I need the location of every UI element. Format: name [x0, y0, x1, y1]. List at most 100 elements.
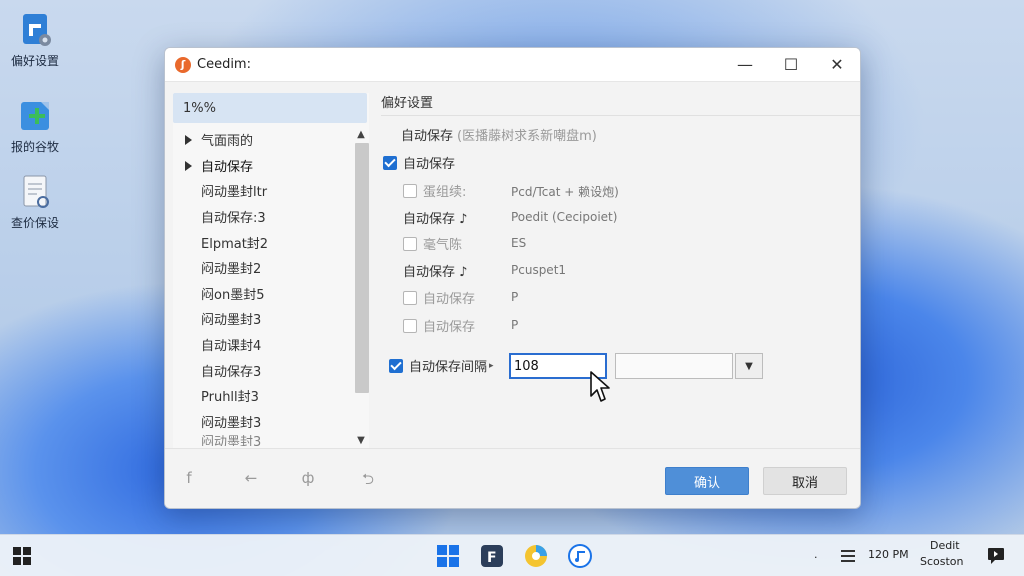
settings-panel: 偏好设置 自动保存 (医播藤树求系新嘲盘m) 自动保存 蛋组续: Pcd/Tca…: [381, 93, 860, 455]
option-row[interactable]: 自动保存: [403, 288, 475, 307]
sidebar-item[interactable]: 自动课封4: [173, 332, 351, 358]
desktop-icon-install[interactable]: 报的谷牧: [4, 96, 66, 154]
scroll-down-icon[interactable]: ▼: [353, 433, 369, 447]
install-app-icon: [15, 96, 55, 136]
checkbox-unchecked[interactable]: [403, 183, 417, 198]
app-f-icon[interactable]: F: [478, 542, 506, 570]
sidebar-item[interactable]: 闷动墨封3: [173, 306, 351, 332]
desktop-icon-settings[interactable]: 偏好设置: [4, 10, 66, 68]
option-label: 自动保存 ♪: [403, 265, 468, 280]
sidebar-item-label: 自动保存3: [201, 364, 262, 380]
option-row: 自动保存 ♪: [403, 208, 467, 227]
sidebar-item-label: Pruhll封3: [201, 390, 259, 406]
option-value: P: [511, 290, 519, 304]
autosave-section-heading: 自动保存 (医播藤树求系新嘲盘m): [401, 125, 597, 144]
desktop-icon-label: 偏好设置: [10, 54, 59, 68]
sidebar-item[interactable]: 气面雨的: [173, 127, 351, 153]
checkbox-unchecked[interactable]: [403, 318, 417, 333]
checkbox-unchecked[interactable]: [403, 290, 417, 305]
sidebar-item-label: 闷on墨封5: [201, 287, 265, 303]
chevron-down-icon[interactable]: ▼: [735, 353, 763, 379]
sidebar-item[interactable]: Pruhll封3: [173, 383, 351, 409]
svg-text:F: F: [487, 550, 497, 566]
clock-time[interactable]: 120 PM: [868, 548, 909, 561]
sidebar-item-label: 自动保存: [201, 159, 254, 175]
panel-divider: [381, 115, 860, 116]
sidebar-item-label: 闷动墨封3: [201, 415, 262, 431]
scroll-up-icon[interactable]: ▲: [353, 127, 369, 141]
checkbox-checked[interactable]: [389, 358, 403, 373]
category-sidebar: 1%% 气面雨的 自动保存 闷动墨封ltr 自动保存:3 Elpmat封2 闷动…: [173, 93, 369, 455]
dialog-footer: f ← ф ⮌ 确认 取消: [165, 448, 860, 508]
option-value: ES: [511, 236, 527, 250]
tray-menu-icon[interactable]: [834, 542, 862, 570]
sidebar-item-label: 闷动墨封ltr: [201, 185, 268, 201]
ok-button[interactable]: 确认: [665, 467, 749, 495]
autosave-main-checkbox[interactable]: 自动保存: [383, 153, 455, 172]
option-row[interactable]: 自动保存: [403, 316, 475, 335]
sidebar-item-label: 自动课封4: [201, 339, 262, 355]
taskbar-app-label-bottom: Scoston: [920, 555, 964, 568]
option-row[interactable]: 毫气陈: [403, 234, 462, 253]
section-heading-label: 自动保存: [401, 129, 454, 144]
desktop-icon-label: 查价保设: [10, 216, 59, 230]
interval-marker: ▸: [489, 360, 494, 371]
option-label: 自动保存: [423, 320, 476, 335]
expand-arrow-icon[interactable]: [185, 160, 192, 171]
close-button[interactable]: ✕: [814, 48, 860, 82]
maximize-button[interactable]: ☐: [768, 48, 814, 82]
desktop-icon-document[interactable]: 查价保设: [4, 172, 66, 230]
sidebar-item[interactable]: 闷on墨封5: [173, 281, 351, 307]
option-row: 自动保存 ♪: [403, 261, 467, 280]
sidebar-item-label: 自动保存:3: [201, 211, 266, 227]
sidebar-item[interactable]: 自动保存:3: [173, 204, 351, 230]
sidebar-item-label: 闷动墨封2: [201, 262, 262, 278]
function-icon[interactable]: f: [179, 469, 199, 487]
scroll-thumb[interactable]: [355, 143, 369, 393]
sidebar-item[interactable]: 自动保存3: [173, 357, 351, 383]
preferences-window: ʃ Ceedim: — ☐ ✕ 1%% 气面雨的 自动保存 闷动墨封ltr 自动…: [164, 47, 861, 509]
option-value: Pcuspet1: [511, 263, 567, 277]
app-logo-icon: ʃ: [175, 56, 191, 73]
dialog-body: 1%% 气面雨的 自动保存 闷动墨封ltr 自动保存:3 Elpmat封2 闷动…: [165, 83, 860, 508]
undo-icon[interactable]: ⮌: [358, 469, 378, 494]
option-value: Poedit (Cecipoiet): [511, 210, 618, 224]
settings-app-icon: [15, 10, 55, 50]
interval-unit-field[interactable]: [615, 353, 733, 379]
sidebar-item-label: Elpmat封2: [201, 236, 269, 252]
minimize-button[interactable]: —: [722, 48, 768, 82]
cancel-button[interactable]: 取消: [763, 467, 847, 495]
option-value: Pcd/Tcat + 赖设炮): [511, 185, 619, 199]
start-menu-icon[interactable]: [434, 542, 462, 570]
sidebar-item[interactable]: 闷动墨封3: [173, 409, 351, 435]
autosave-interval-checkbox[interactable]: 自动保存间隔 ▸: [389, 356, 494, 375]
sidebar-header[interactable]: 1%%: [173, 93, 367, 123]
sidebar-item[interactable]: Elpmat封2: [173, 229, 351, 255]
music-app-icon[interactable]: [566, 542, 594, 570]
sidebar-item-label: 闷动墨封3: [201, 434, 262, 447]
category-tree: 气面雨的 自动保存 闷动墨封ltr 自动保存:3 Elpmat封2 闷动墨封2 …: [173, 127, 351, 446]
title-bar[interactable]: ʃ Ceedim: — ☐ ✕: [165, 48, 860, 82]
option-row[interactable]: 蛋组续:: [403, 181, 466, 200]
sidebar-item[interactable]: 闷动墨封ltr: [173, 178, 351, 204]
browser-icon[interactable]: [522, 542, 550, 570]
option-label: 蛋组续:: [423, 185, 467, 200]
panel-title: 偏好设置: [381, 96, 434, 111]
expand-arrow-icon[interactable]: [185, 135, 192, 145]
mouse-pointer-icon: [589, 370, 613, 408]
section-heading-note: (医播藤树求系新嘲盘m): [457, 129, 597, 144]
start-windows-icon[interactable]: [8, 542, 36, 570]
sidebar-item[interactable]: 闷动墨封3: [173, 434, 351, 447]
back-arrow-icon[interactable]: ←: [241, 469, 261, 487]
checkbox-label: 自动保存: [403, 157, 456, 172]
sidebar-item-autosave[interactable]: 自动保存: [173, 153, 351, 179]
window-title: Ceedim:: [197, 57, 251, 72]
checkbox-unchecked[interactable]: [403, 236, 417, 251]
desktop-icon-label: 报的谷牧: [10, 140, 59, 154]
notification-icon[interactable]: [982, 542, 1010, 570]
sidebar-scrollbar[interactable]: ▲ ▼: [353, 127, 369, 447]
checkbox-checked[interactable]: [383, 155, 397, 170]
phi-icon[interactable]: ф: [298, 469, 318, 487]
sidebar-item[interactable]: 闷动墨封2: [173, 255, 351, 281]
interval-label: 自动保存间隔: [409, 360, 488, 375]
